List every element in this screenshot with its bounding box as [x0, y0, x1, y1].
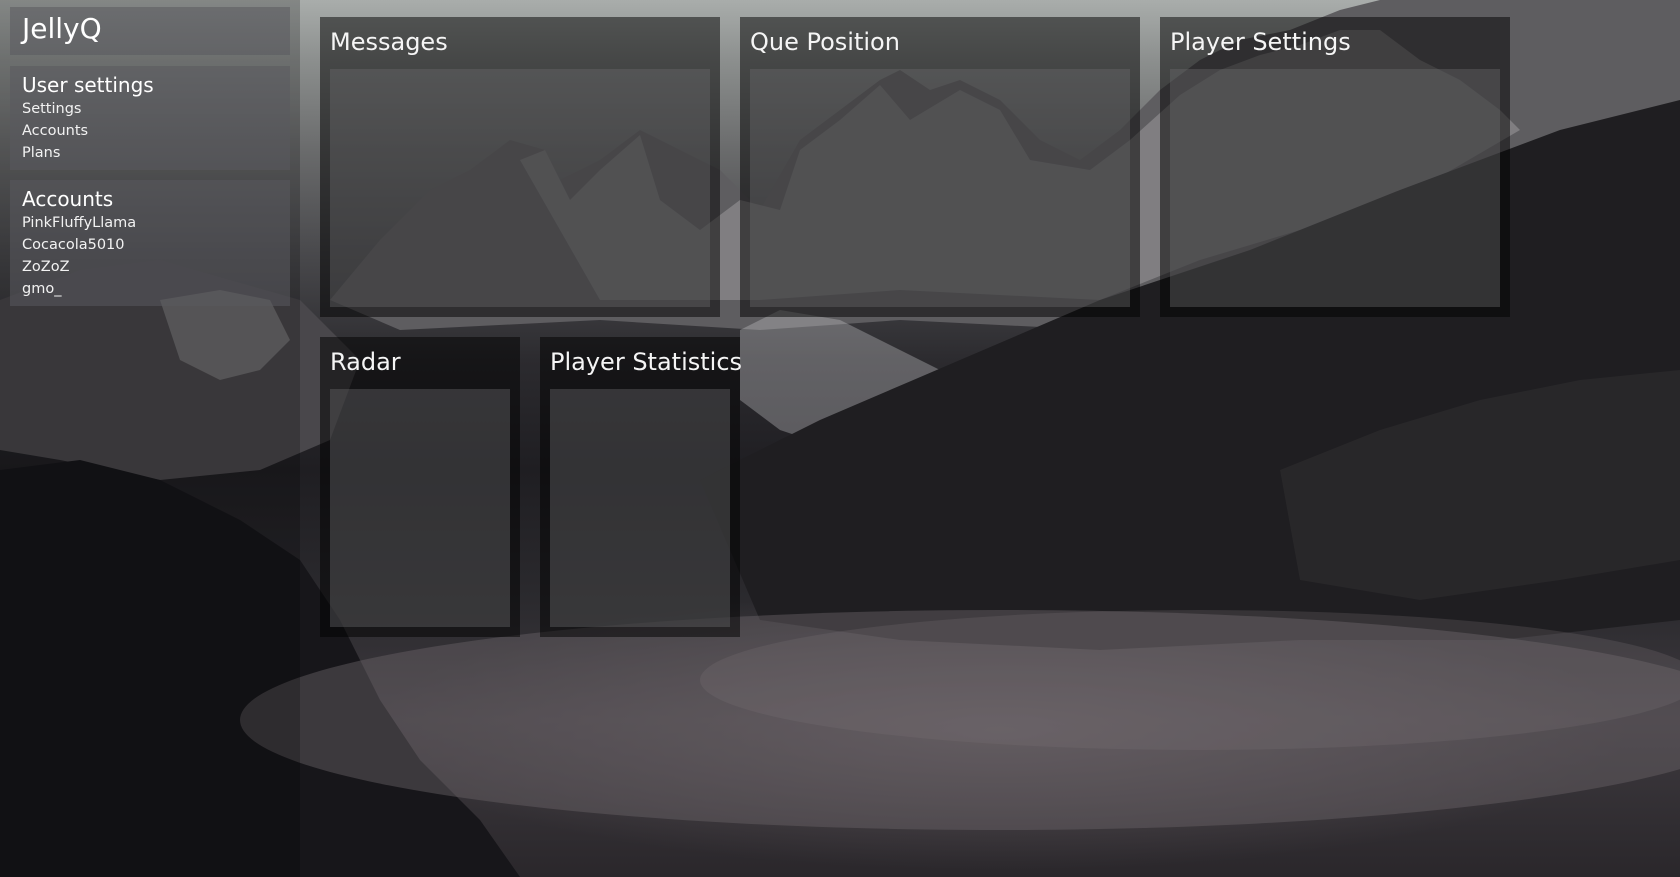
player-statistics-panel-content — [550, 389, 730, 627]
player-settings-panel: Player Settings — [1160, 17, 1510, 317]
sidebar-item-accounts[interactable]: Accounts — [22, 120, 278, 142]
que-position-panel-title: Que Position — [750, 28, 900, 56]
messages-panel: Messages — [320, 17, 720, 317]
player-statistics-panel: Player Statistics — [540, 337, 743, 637]
account-item[interactable]: PinkFluffyLlama — [22, 212, 278, 234]
account-item[interactable]: Cocacola5010 — [22, 234, 278, 256]
brand-box: JellyQ — [10, 7, 290, 55]
sidebar-item-plans[interactable]: Plans — [22, 142, 278, 164]
player-settings-panel-title: Player Settings — [1170, 28, 1351, 56]
radar-panel-content — [330, 389, 510, 627]
accounts-section: Accounts PinkFluffyLlama Cocacola5010 Zo… — [10, 180, 290, 306]
que-position-panel: Que Position — [740, 17, 1140, 317]
player-settings-panel-content — [1170, 69, 1500, 307]
accounts-title: Accounts — [22, 187, 114, 211]
app-brand[interactable]: JellyQ — [22, 11, 278, 47]
sidebar: JellyQ User settings Settings Accounts P… — [0, 0, 300, 877]
user-settings-title: User settings — [22, 73, 154, 97]
messages-panel-title: Messages — [330, 28, 448, 56]
player-statistics-panel-title: Player Statistics — [550, 348, 743, 376]
account-item[interactable]: ZoZoZ — [22, 256, 278, 278]
que-position-panel-content — [750, 69, 1130, 307]
sidebar-item-settings[interactable]: Settings — [22, 98, 278, 120]
radar-panel-title: Radar — [330, 348, 401, 376]
account-item[interactable]: gmo_ — [22, 278, 278, 300]
messages-panel-content — [330, 69, 710, 307]
user-settings-section: User settings Settings Accounts Plans — [10, 66, 290, 170]
radar-panel: Radar — [320, 337, 520, 637]
